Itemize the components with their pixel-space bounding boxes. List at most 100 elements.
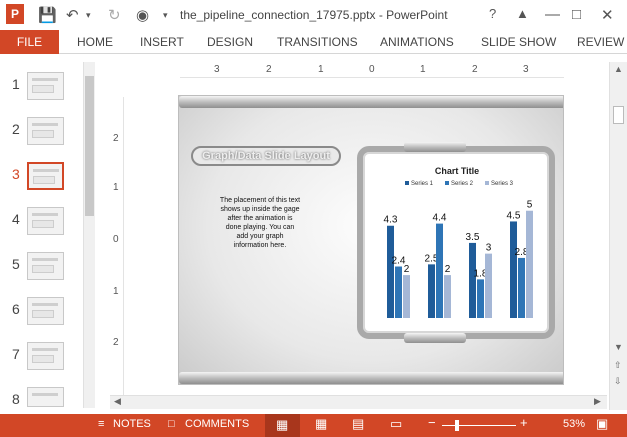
- bar: [469, 242, 476, 318]
- notes-button[interactable]: NOTES: [113, 418, 151, 430]
- ruler-label: 1: [318, 64, 324, 75]
- data-label: 3: [486, 243, 492, 254]
- ruler-label: 1: [420, 64, 426, 75]
- ruler-label: 3: [214, 64, 220, 75]
- data-label: 4.4: [433, 213, 447, 224]
- bar: [387, 225, 394, 318]
- scrollbar-thumb[interactable]: [613, 106, 624, 124]
- legend-swatch: [445, 181, 449, 185]
- horizontal-ruler: 3 2 1 0 1 2 3: [180, 62, 564, 78]
- next-slide-icon[interactable]: ⇩: [614, 376, 622, 387]
- top-pipe: [179, 96, 563, 108]
- tab-review[interactable]: REVIEW: [577, 30, 624, 54]
- slide-thumbnail-8[interactable]: [27, 387, 64, 407]
- bar-chart[interactable]: Chart TitleSeries 1 Series 2 Series 34.32.…: [369, 160, 545, 330]
- help-icon[interactable]: ?: [489, 6, 496, 21]
- slide-vertical-scrollbar[interactable]: ▲ ▼ ⇧ ⇩: [609, 62, 627, 410]
- fit-to-window-icon[interactable]: ▣: [596, 416, 608, 432]
- close-icon[interactable]: ✕: [601, 6, 614, 24]
- slide-canvas[interactable]: Graph/Data Slide Layout The placement of…: [178, 95, 564, 385]
- ribbon-display-options-icon[interactable]: ▲: [516, 6, 529, 21]
- tab-home[interactable]: HOME: [77, 30, 113, 54]
- data-label: 5: [527, 200, 533, 211]
- tab-slide-show[interactable]: SLIDE SHOW: [481, 30, 556, 54]
- chart-title: Chart Title: [435, 166, 479, 176]
- bar: [428, 264, 435, 318]
- zoom-slider[interactable]: [442, 425, 516, 426]
- previous-slide-icon[interactable]: ⇧: [614, 360, 622, 371]
- ruler-label: 0: [113, 234, 119, 245]
- zoom-level[interactable]: 53%: [563, 418, 585, 430]
- thumbnail-number: 6: [12, 301, 20, 317]
- thumbnail-number: 2: [12, 121, 20, 137]
- slide-title-pill[interactable]: Graph/Data Slide Layout: [191, 146, 341, 166]
- tab-insert[interactable]: INSERT: [140, 30, 184, 54]
- bar: [510, 221, 517, 318]
- ribbon-tabs: FILE HOME INSERT DESIGN TRANSITIONS ANIM…: [0, 30, 627, 54]
- tab-file[interactable]: FILE: [0, 30, 59, 54]
- normal-view-button[interactable]: ▦: [265, 414, 300, 437]
- zoom-in-icon[interactable]: +: [520, 415, 528, 430]
- ruler-label: 2: [113, 337, 119, 348]
- slide-thumbnail-5[interactable]: [27, 252, 64, 280]
- redo-icon: ↻: [108, 7, 121, 24]
- scrollbar-thumb[interactable]: [85, 76, 94, 216]
- window-title: the_pipeline_connection_17975.pptx - Pow…: [180, 8, 448, 22]
- slide-thumbnail-2[interactable]: [27, 117, 64, 145]
- data-label: 4.3: [384, 215, 398, 226]
- thumbnail-number: 7: [12, 346, 20, 362]
- zoom-out-icon[interactable]: −: [428, 415, 436, 430]
- bottom-pipe: [179, 372, 563, 384]
- reading-view-icon[interactable]: ▤: [352, 416, 364, 432]
- thumbnail-number: 8: [12, 391, 20, 407]
- minimize-icon[interactable]: —: [545, 6, 560, 23]
- normal-view-icon: ▦: [276, 417, 289, 432]
- bar: [477, 279, 484, 318]
- slide-thumbnail-1[interactable]: [27, 72, 64, 100]
- undo-icon[interactable]: ↶: [66, 6, 79, 24]
- start-from-beginning-icon[interactable]: ◉: [136, 6, 149, 24]
- bar: [444, 275, 451, 318]
- scroll-up-icon[interactable]: ▲: [614, 64, 623, 74]
- slide-sorter-icon[interactable]: ▦: [315, 416, 327, 432]
- slide-thumbnail-3[interactable]: [27, 162, 64, 190]
- customize-toolbar-icon[interactable]: ▾: [163, 10, 168, 21]
- comments-icon[interactable]: □: [168, 418, 175, 430]
- data-label: 4.5: [507, 210, 521, 221]
- notes-icon[interactable]: ≡: [98, 418, 104, 430]
- legend-swatch: [405, 181, 409, 185]
- tab-design[interactable]: DESIGN: [207, 30, 253, 54]
- ruler-label: 2: [266, 64, 272, 75]
- chart-plot-area: Chart TitleSeries 1 Series 2 Series 34.32.…: [384, 166, 533, 318]
- legend-label: Series 2: [451, 181, 474, 187]
- bar: [395, 266, 402, 318]
- comments-button[interactable]: COMMENTS: [185, 418, 249, 430]
- frame-top-joint: [404, 142, 466, 152]
- thumbnail-number: 4: [12, 211, 20, 227]
- scroll-down-icon[interactable]: ▼: [614, 342, 623, 352]
- tab-animations[interactable]: ANIMATIONS: [380, 30, 454, 54]
- frame-bottom-joint: [404, 333, 466, 343]
- maximize-icon[interactable]: □: [572, 6, 581, 23]
- slide-show-icon[interactable]: ▭: [390, 416, 402, 432]
- thumbnail-number-selected: 3: [12, 166, 20, 182]
- zoom-slider-thumb[interactable]: [455, 420, 459, 431]
- ruler-label: 1: [113, 286, 119, 297]
- slide-thumbnail-6[interactable]: [27, 297, 64, 325]
- thumbnail-scrollbar[interactable]: [83, 62, 95, 408]
- slide-thumbnail-7[interactable]: [27, 342, 64, 370]
- thumbnail-number: 5: [12, 256, 20, 272]
- ruler-label: 2: [113, 133, 119, 144]
- data-label: 3.5: [466, 232, 480, 243]
- save-icon[interactable]: 💾: [38, 6, 57, 24]
- scroll-left-icon[interactable]: ◀: [114, 396, 121, 407]
- bar: [436, 223, 443, 318]
- horizontal-scrollbar[interactable]: ◀ ▶: [110, 395, 607, 409]
- scroll-right-icon[interactable]: ▶: [594, 396, 601, 407]
- undo-dropdown-icon[interactable]: ▾: [86, 10, 91, 21]
- slide-thumbnail-4[interactable]: [27, 207, 64, 235]
- status-bar: ≡ NOTES □ COMMENTS ▦ ▦ ▤ ▭ − + 53% ▣: [0, 414, 627, 437]
- tab-transitions[interactable]: TRANSITIONS: [277, 30, 358, 54]
- slide-body-text[interactable]: The placement of this text shows up insi…: [219, 196, 301, 250]
- bar: [403, 275, 410, 318]
